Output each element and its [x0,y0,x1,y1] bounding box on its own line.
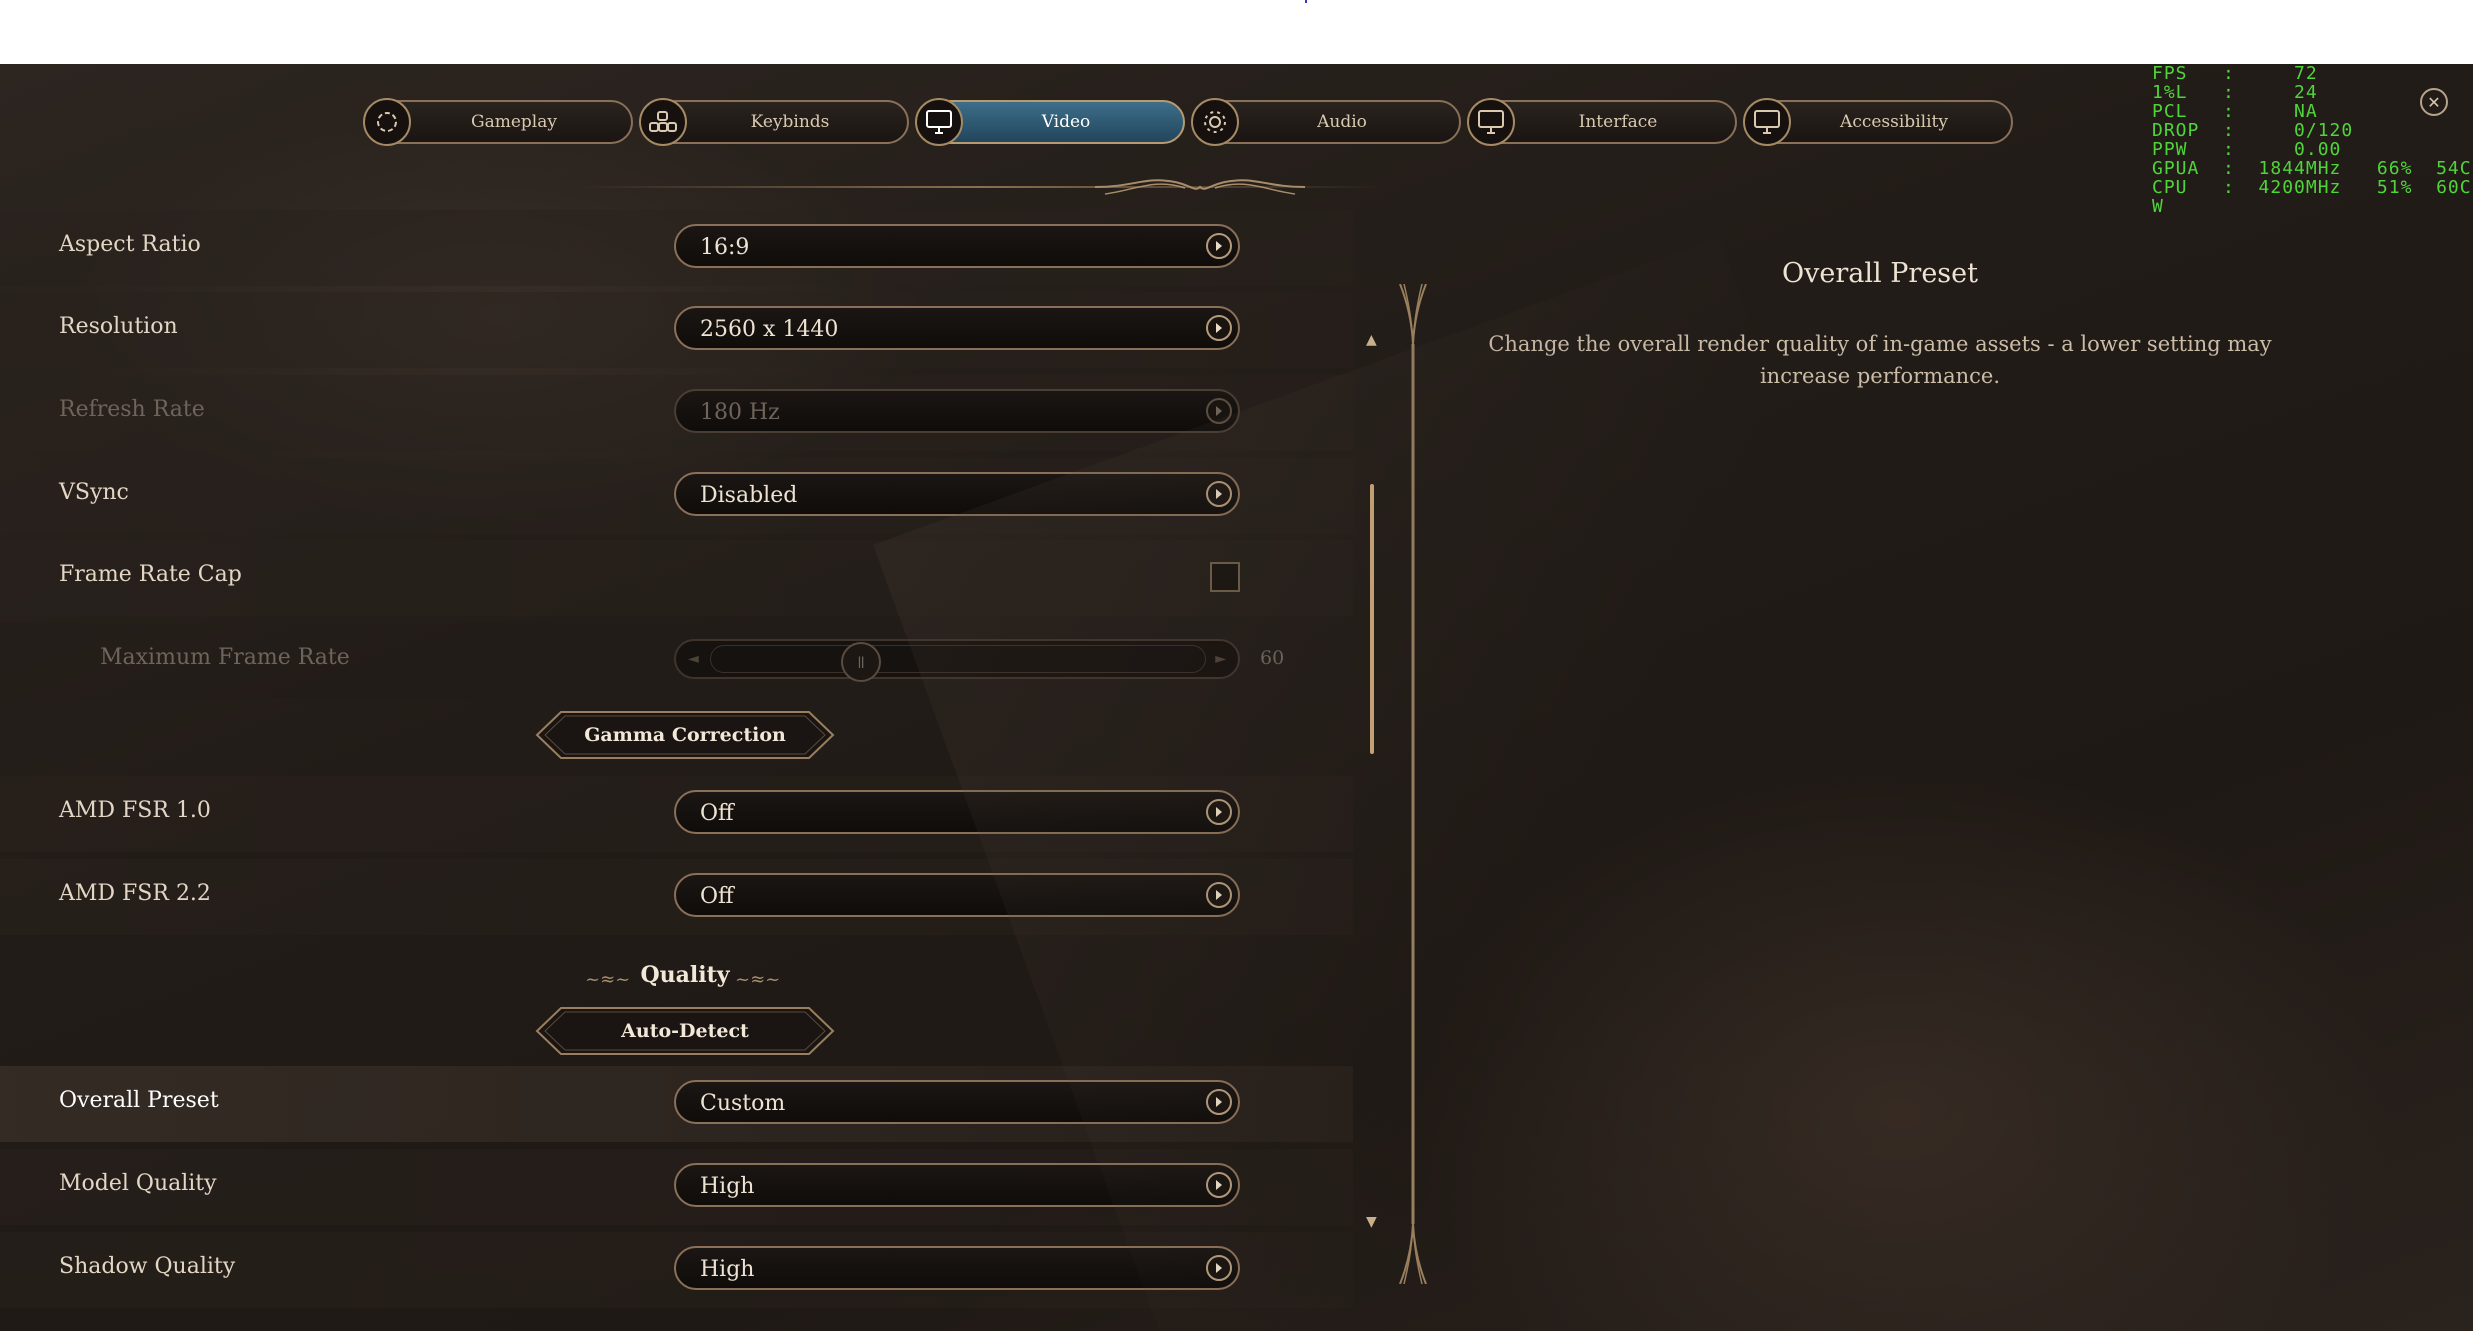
tab-video-label: Video [1041,112,1091,132]
auto-detect-label: Auto-Detect [621,1020,749,1042]
setting-row-overall-preset: Overall Preset Custom [0,1066,1353,1142]
setting-row-amd-fsr-1: AMD FSR 1.0 Off [0,776,1353,852]
panel-divider-ornament [1399,284,1427,1284]
setting-row-frame-rate-cap: Frame Rate Cap [0,540,1353,616]
info-panel-title: Overall Preset [1782,258,1978,289]
frame-rate-cap-checkbox[interactable] [1210,562,1240,592]
refresh-rate-dropdown: 180 Hz [674,389,1240,433]
slider-rail: ǁ [710,642,1206,682]
header-ornament [1095,179,1305,195]
slider-right-cap-icon: ► [1215,651,1226,667]
top-marker [1305,0,1307,3]
dropdown-value: Disabled [700,483,798,508]
setting-row-max-frame-rate: Maximum Frame Rate ◄ ǁ ► 60 [0,623,1353,699]
amd-fsr-1-dropdown[interactable]: Off [674,790,1240,834]
chevron-right-icon [1206,1255,1232,1281]
tab-accessibility[interactable]: Accessibility [1743,98,2013,146]
browser-top-strip [0,0,2473,64]
max-frame-rate-slider: ◄ ǁ ► [674,639,1240,682]
chevron-right-icon [1206,233,1232,259]
setting-label: Resolution [59,314,178,339]
setting-row-amd-fsr-2: AMD FSR 2.2 Off [0,859,1353,935]
tab-accessibility-label: Accessibility [1840,112,1948,132]
chevron-right-icon [1206,1172,1232,1198]
model-quality-dropdown[interactable]: High [674,1163,1240,1207]
setting-label: Maximum Frame Rate [100,645,350,670]
close-button[interactable]: ✕ [2420,88,2448,116]
dropdown-value: Custom [700,1091,786,1116]
dropdown-value: High [700,1174,755,1199]
gameplay-icon [363,98,411,146]
setting-row-resolution: Resolution 2560 x 1440 [0,292,1353,368]
tab-gameplay[interactable]: Gameplay [363,98,633,146]
close-icon: ✕ [2427,92,2441,112]
tab-interface-label: Interface [1578,112,1658,132]
chevron-right-icon [1206,882,1232,908]
setting-label: Frame Rate Cap [59,562,242,587]
chevron-right-icon [1206,398,1232,424]
shadow-quality-dropdown[interactable]: High [674,1246,1240,1290]
tab-video[interactable]: Video [915,98,1185,146]
dropdown-value: Off [700,884,734,909]
auto-detect-button[interactable]: Auto-Detect [535,1006,835,1056]
chevron-right-icon [1206,315,1232,341]
resolution-dropdown[interactable]: 2560 x 1440 [674,306,1240,350]
tab-audio[interactable]: Audio [1191,98,1461,146]
setting-label: Overall Preset [59,1088,219,1113]
audio-icon [1191,98,1239,146]
amd-fsr-2-dropdown[interactable]: Off [674,873,1240,917]
tab-keybinds-label: Keybinds [750,112,830,132]
tab-gameplay-label: Gameplay [471,112,557,132]
gamma-correction-label: Gamma Correction [584,724,786,746]
dropdown-value: 180 Hz [700,400,780,425]
monitor-icon [1467,98,1515,146]
dropdown-value: 2560 x 1440 [700,317,839,342]
chevron-right-icon [1206,799,1232,825]
perf-line: FPS : 72 [2152,64,2318,84]
setting-row-refresh-rate: Refresh Rate 180 Hz [0,375,1353,451]
dropdown-value: Off [700,801,734,826]
perf-line: W [2152,196,2164,217]
slider-value: 60 [1260,647,1285,669]
info-panel-description: Change the overall render quality of in-… [1488,332,2272,388]
setting-row-aspect-ratio: Aspect Ratio 16:9 [0,210,1353,286]
setting-label: AMD FSR 1.0 [59,798,211,823]
gamma-correction-button[interactable]: Gamma Correction [535,710,835,760]
scrollbar-thumb[interactable] [1370,484,1374,754]
tab-audio-label: Audio [1317,112,1367,132]
slider-left-cap-icon: ◄ [688,651,699,667]
overall-preset-dropdown[interactable]: Custom [674,1080,1240,1124]
vsync-dropdown[interactable]: Disabled [674,472,1240,516]
setting-row-shadow-quality: Shadow Quality High [0,1232,1353,1308]
setting-row-model-quality: Model Quality High [0,1149,1353,1225]
setting-label: VSync [59,480,129,505]
setting-label: Refresh Rate [59,397,205,422]
performance-overlay: FPS : 72 1%L : 24 PCL : NA DROP : 0/120 PPW … [2152,64,2472,216]
tab-interface[interactable]: Interface [1467,98,1737,146]
slider-thumb: ǁ [841,642,881,682]
tab-keybinds[interactable]: Keybinds [639,98,909,146]
monitor-icon [1743,98,1791,146]
settings-screen: Gameplay Keybinds Video Audio Interface [0,64,2473,1331]
setting-label: AMD FSR 2.2 [59,881,211,906]
chevron-right-icon [1206,481,1232,507]
scroll-down-icon[interactable]: ▼ [1366,1214,1377,1230]
aspect-ratio-dropdown[interactable]: 16:9 [674,224,1240,268]
setting-row-vsync: VSync Disabled [0,458,1353,534]
dropdown-value: 16:9 [700,235,750,260]
setting-label: Shadow Quality [59,1254,236,1279]
chevron-right-icon [1206,1089,1232,1115]
dropdown-value: High [700,1257,755,1282]
perf-line: DROP : 0/120 [2152,120,2354,141]
scroll-up-icon[interactable]: ▲ [1366,332,1377,348]
perf-line: GPUA : 1844MHz 66% 54C [2152,158,2472,179]
perf-line: CPU : 4200MHz 51% 60C [2152,177,2472,198]
perf-line: PPW : 0.00 [2152,139,2342,160]
keybinds-icon [639,98,687,146]
right-flourish-icon: ~≈~ [735,969,781,990]
monitor-icon [915,98,963,146]
setting-label: Model Quality [59,1171,217,1196]
setting-label: Aspect Ratio [59,232,201,257]
